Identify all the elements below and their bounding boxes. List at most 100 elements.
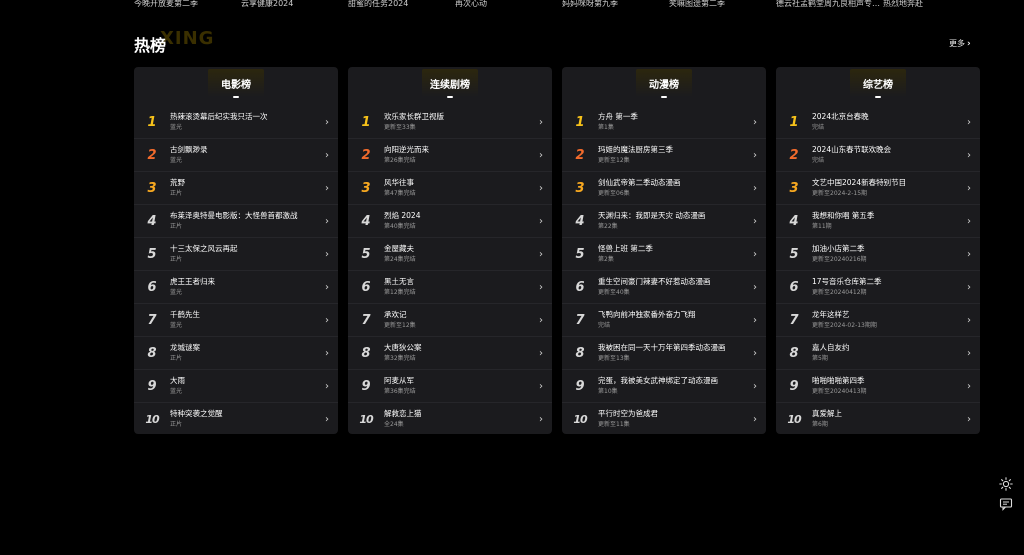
more-label: 更多	[949, 39, 965, 48]
item-title: 热辣滚烫幕后纪实我只活一次	[170, 112, 268, 121]
ranking-item[interactable]: 5 加油小店第二季 更新至20240216期 ›	[776, 238, 980, 271]
item-title: 嘉人自友约	[812, 343, 850, 352]
item-status: 更新至13集	[598, 355, 630, 362]
chevron-right-icon: ›	[753, 281, 757, 293]
item-info: 黑土无言 第12集完结	[384, 277, 530, 297]
sun-icon[interactable]	[999, 477, 1013, 491]
item-status: 蓝光	[170, 322, 183, 329]
ranking-item[interactable]: 9 阿麦从军 第36集完结 ›	[348, 370, 552, 403]
ranking-item[interactable]: 7 千鹤先生 蓝光 ›	[134, 304, 338, 337]
item-info: 2024山东春节联欢晚会 完结	[812, 145, 958, 165]
ranking-item[interactable]: 2 玛姬的魔法厨房第三季 更新至12集 ›	[562, 139, 766, 172]
ranking-item[interactable]: 3 风华往事 第47集完结 ›	[348, 172, 552, 205]
item-status: 蓝光	[170, 157, 183, 164]
top-strip-link[interactable]: 德云社孟鹤堂周九良相声专…	[776, 0, 883, 10]
ranking-item[interactable]: 2 向阳逆光而来 第26集完结 ›	[348, 139, 552, 172]
ranking-item[interactable]: 4 天渊归来：我即是天灾 动态漫画 第22集 ›	[562, 205, 766, 238]
top-strip-link[interactable]: 热烈地奔赴	[883, 0, 990, 10]
ranking-item[interactable]: 10 特种突袭之觉醒 正片 ›	[134, 403, 338, 434]
ranking-item[interactable]: 8 龙城谜案 正片 ›	[134, 337, 338, 370]
chevron-right-icon: ›	[325, 116, 329, 128]
item-info: 欢乐家长群卫视版 更新至33集	[384, 112, 530, 132]
top-strip-link[interactable]: 笑嘛图途第二季	[669, 0, 776, 10]
item-info: 重生空间豪门辣妻不好惹动态漫画 更新至40集	[598, 277, 744, 297]
ranking-item[interactable]: 4 烈焰 2024 第40集完结 ›	[348, 205, 552, 238]
top-strip-link[interactable]: 再次心动	[455, 0, 562, 10]
ranking-item[interactable]: 2 2024山东春节联欢晚会 完结 ›	[776, 139, 980, 172]
ranking-item[interactable]: 5 怪兽上班 第二季 第2集 ›	[562, 238, 766, 271]
more-link[interactable]: 更多 ›	[949, 38, 971, 49]
item-info: 玛姬的魔法厨房第三季 更新至12集	[598, 145, 744, 165]
ranking-item[interactable]: 9 啪啪啪啪第四季 更新至20240413期 ›	[776, 370, 980, 403]
card-title: 动漫榜	[649, 80, 679, 91]
item-status: 第26集完结	[384, 157, 416, 164]
item-info: 向阳逆光而来 第26集完结	[384, 145, 530, 165]
ranking-list: 1 方舟 第一季 第1集 › 2 玛姬的魔法厨房第三季 更新至12集 › 3 剑…	[562, 106, 766, 434]
rank-number: 10	[573, 412, 587, 426]
top-strip-link[interactable]: 甜蜜的任务2024	[348, 0, 455, 10]
rank-number: 4	[361, 213, 371, 229]
ranking-item[interactable]: 10 平行时空为爸成君 更新至11集 ›	[562, 403, 766, 434]
ranking-item[interactable]: 7 承欢记 更新至12集 ›	[348, 304, 552, 337]
item-title: 玛姬的魔法厨房第三季	[598, 145, 673, 154]
chevron-right-icon: ›	[539, 215, 543, 227]
rank-number: 3	[575, 180, 585, 196]
ranking-item[interactable]: 6 黑土无言 第12集完结 ›	[348, 271, 552, 304]
ranking-item[interactable]: 1 方舟 第一季 第1集 ›	[562, 106, 766, 139]
item-title: 十三太保之风云再起	[170, 244, 238, 253]
ranking-item[interactable]: 3 荒野 正片 ›	[134, 172, 338, 205]
ranking-item[interactable]: 1 2024北京台春晚 完结 ›	[776, 106, 980, 139]
item-status: 更新至20240216期	[812, 256, 867, 263]
item-title: 17号音乐仓库第二季	[812, 277, 882, 286]
ranking-item[interactable]: 1 热辣滚烫幕后纪实我只活一次 蓝光 ›	[134, 106, 338, 139]
ranking-item[interactable]: 7 龙年这样艺 更新至2024-02-13期期 ›	[776, 304, 980, 337]
ranking-item[interactable]: 6 17号音乐仓库第二季 更新至20240412期 ›	[776, 271, 980, 304]
item-info: 加油小店第二季 更新至20240216期	[812, 244, 958, 264]
ranking-list: 1 热辣滚烫幕后纪实我只活一次 蓝光 › 2 古剑飘渺录 蓝光 › 3 荒野 正…	[134, 106, 338, 434]
top-strip-link[interactable]: 妈妈咪呀第九季	[562, 0, 669, 10]
ranking-item[interactable]: 8 我被困在同一天十万年第四季动态漫画 更新至13集 ›	[562, 337, 766, 370]
item-title: 啪啪啪啪第四季	[812, 376, 865, 385]
top-strip-link[interactable]: 今晚开放麦第二季	[134, 0, 241, 10]
ranking-card: 综艺榜 1 2024北京台春晚 完结 › 2 2024山东春节联欢晚会 完结 ›…	[776, 67, 980, 434]
rank-number: 5	[789, 246, 799, 262]
item-status: 第6期	[812, 421, 828, 428]
rank-number: 7	[789, 312, 799, 328]
ranking-item[interactable]: 3 文艺中国2024新春特别节目 更新至2024-2-15期 ›	[776, 172, 980, 205]
item-status: 第1集	[598, 124, 614, 131]
item-title: 解救恋上猫	[384, 409, 422, 418]
item-title: 完蛋，我被美女武神绑定了动态漫画	[598, 376, 718, 385]
ranking-item[interactable]: 10 解救恋上猫 全24集 ›	[348, 403, 552, 434]
ranking-item[interactable]: 6 重生空间豪门辣妻不好惹动态漫画 更新至40集 ›	[562, 271, 766, 304]
ranking-item[interactable]: 9 完蛋，我被美女武神绑定了动态漫画 第10集 ›	[562, 370, 766, 403]
ranking-item[interactable]: 7 飞鸭向前冲独家番外奋力飞翔 完结 ›	[562, 304, 766, 337]
ranking-item[interactable]: 9 大雨 蓝光 ›	[134, 370, 338, 403]
ranking-item[interactable]: 2 古剑飘渺录 蓝光 ›	[134, 139, 338, 172]
ranking-item[interactable]: 8 大唐狄公案 第32集完结 ›	[348, 337, 552, 370]
ranking-item[interactable]: 4 布莱泽奥特曼电影版：大怪兽首都激战 正片 ›	[134, 205, 338, 238]
item-status: 更新至20240412期	[812, 289, 867, 296]
card-title: 电影榜	[221, 80, 251, 91]
ranking-item[interactable]: 4 我想和你唱 第五季 第11期 ›	[776, 205, 980, 238]
top-strip-link[interactable]: 云享健康2024	[241, 0, 348, 10]
ranking-item[interactable]: 1 欢乐家长群卫视版 更新至33集 ›	[348, 106, 552, 139]
item-title: 黑土无言	[384, 277, 414, 286]
ranking-item[interactable]: 3 剑仙武帝第二季动态漫画 更新至06集 ›	[562, 172, 766, 205]
item-status: 完结	[598, 322, 611, 329]
rank-number: 6	[789, 279, 799, 295]
ranking-list: 1 欢乐家长群卫视版 更新至33集 › 2 向阳逆光而来 第26集完结 › 3 …	[348, 106, 552, 434]
ranking-item[interactable]: 5 十三太保之风云再起 正片 ›	[134, 238, 338, 271]
rank-number: 1	[575, 114, 585, 130]
chevron-right-icon: ›	[539, 380, 543, 392]
ranking-item[interactable]: 10 真爱解上 第6期 ›	[776, 403, 980, 434]
item-title: 天渊归来：我即是天灾 动态漫画	[598, 211, 706, 220]
top-strip: 今晚开放麦第二季 云享健康2024 甜蜜的任务2024 再次心动 妈妈咪呀第九季 笑嘛图途…	[134, 0, 1014, 10]
rank-number: 4	[789, 213, 799, 229]
ranking-item[interactable]: 8 嘉人自友约 第5期 ›	[776, 337, 980, 370]
item-info: 千鹤先生 蓝光	[170, 310, 316, 330]
feedback-icon[interactable]	[999, 497, 1013, 511]
ranking-item[interactable]: 5 金屋藏夫 第24集完结 ›	[348, 238, 552, 271]
ranking-item[interactable]: 6 虎王王者归来 蓝光 ›	[134, 271, 338, 304]
section-watermark: XING	[160, 28, 215, 49]
item-info: 阿麦从军 第36集完结	[384, 376, 530, 396]
